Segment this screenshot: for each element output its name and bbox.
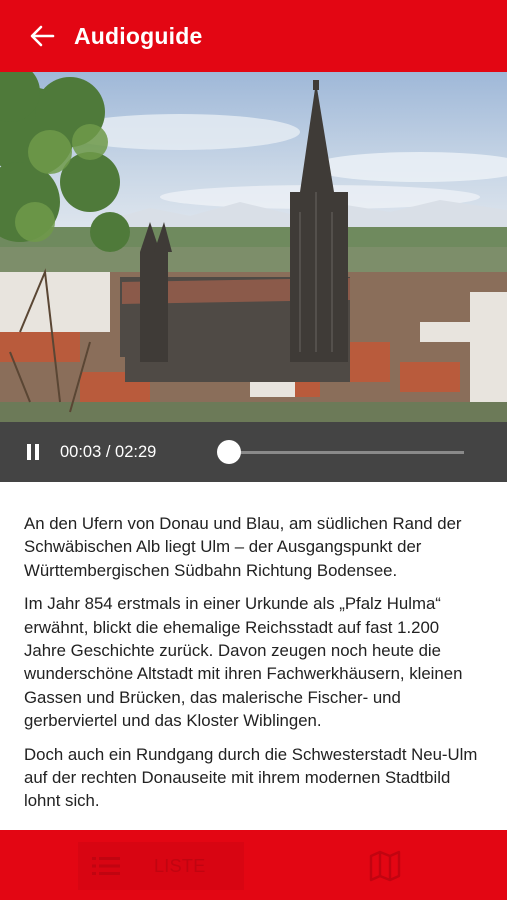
audio-player: 00:03 / 02:29 [0, 422, 507, 482]
article-paragraph: Im Jahr 854 erstmals in einer Urkunde al… [24, 594, 463, 731]
bottom-navigation: LISTE [0, 830, 507, 900]
seek-knob[interactable] [217, 440, 241, 464]
seek-track [224, 451, 464, 454]
hero-image [0, 72, 507, 422]
article-paragraph: Doch auch ein Rundgang durch die Schwest… [24, 744, 478, 811]
tab-map[interactable] [368, 850, 402, 882]
tab-list[interactable]: LISTE [78, 842, 244, 890]
list-icon [92, 857, 120, 875]
article-text: An den Ufern von Donau und Blau, am südl… [0, 482, 507, 830]
app-bar: Audioguide [0, 0, 507, 72]
tab-list-label: LISTE [154, 855, 206, 876]
pause-icon [27, 444, 39, 460]
seek-slider[interactable] [212, 422, 464, 482]
arrow-left-icon [30, 25, 55, 47]
page-title: Audioguide [74, 22, 203, 49]
back-button[interactable] [22, 16, 62, 56]
playback-time: 00:03 / 02:29 [60, 442, 157, 461]
pause-button[interactable] [18, 437, 48, 467]
article-paragraph: An den Ufern von Donau und Blau, am südl… [24, 514, 462, 580]
map-icon [369, 850, 401, 882]
